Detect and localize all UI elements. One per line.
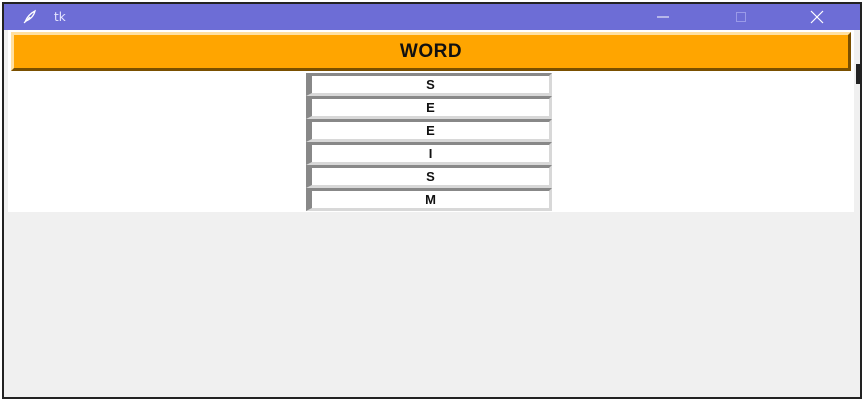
feather-icon (22, 9, 38, 25)
letter-cell: S (306, 73, 552, 96)
letter-text: I (428, 146, 433, 161)
close-icon (810, 10, 824, 24)
letter-list: S E E I S M (306, 73, 552, 211)
minimize-button[interactable] (640, 4, 686, 30)
letter-text: E (426, 100, 435, 115)
word-header-label: WORD (11, 32, 851, 71)
letter-cell: M (306, 188, 552, 211)
letter-cell: E (306, 119, 552, 142)
letter-text: E (426, 123, 435, 138)
maximize-button[interactable] (718, 4, 764, 30)
word-header-text: WORD (399, 40, 463, 62)
app-window: tk WORD S E E I S M (2, 2, 862, 399)
letter-cell: I (306, 142, 552, 165)
letter-cell: S (306, 165, 552, 188)
maximize-icon (735, 11, 747, 23)
letter-cell: E (306, 96, 552, 119)
letter-text: M (425, 192, 436, 207)
letter-text: S (426, 77, 435, 92)
letter-text: S (426, 169, 435, 184)
main-frame: WORD S E E I S M (8, 30, 854, 212)
close-button[interactable] (794, 4, 840, 30)
minimize-icon (656, 12, 670, 22)
title-bar[interactable]: tk (4, 4, 860, 30)
window-title: tk (54, 10, 66, 24)
window-edge-marker (856, 64, 860, 84)
